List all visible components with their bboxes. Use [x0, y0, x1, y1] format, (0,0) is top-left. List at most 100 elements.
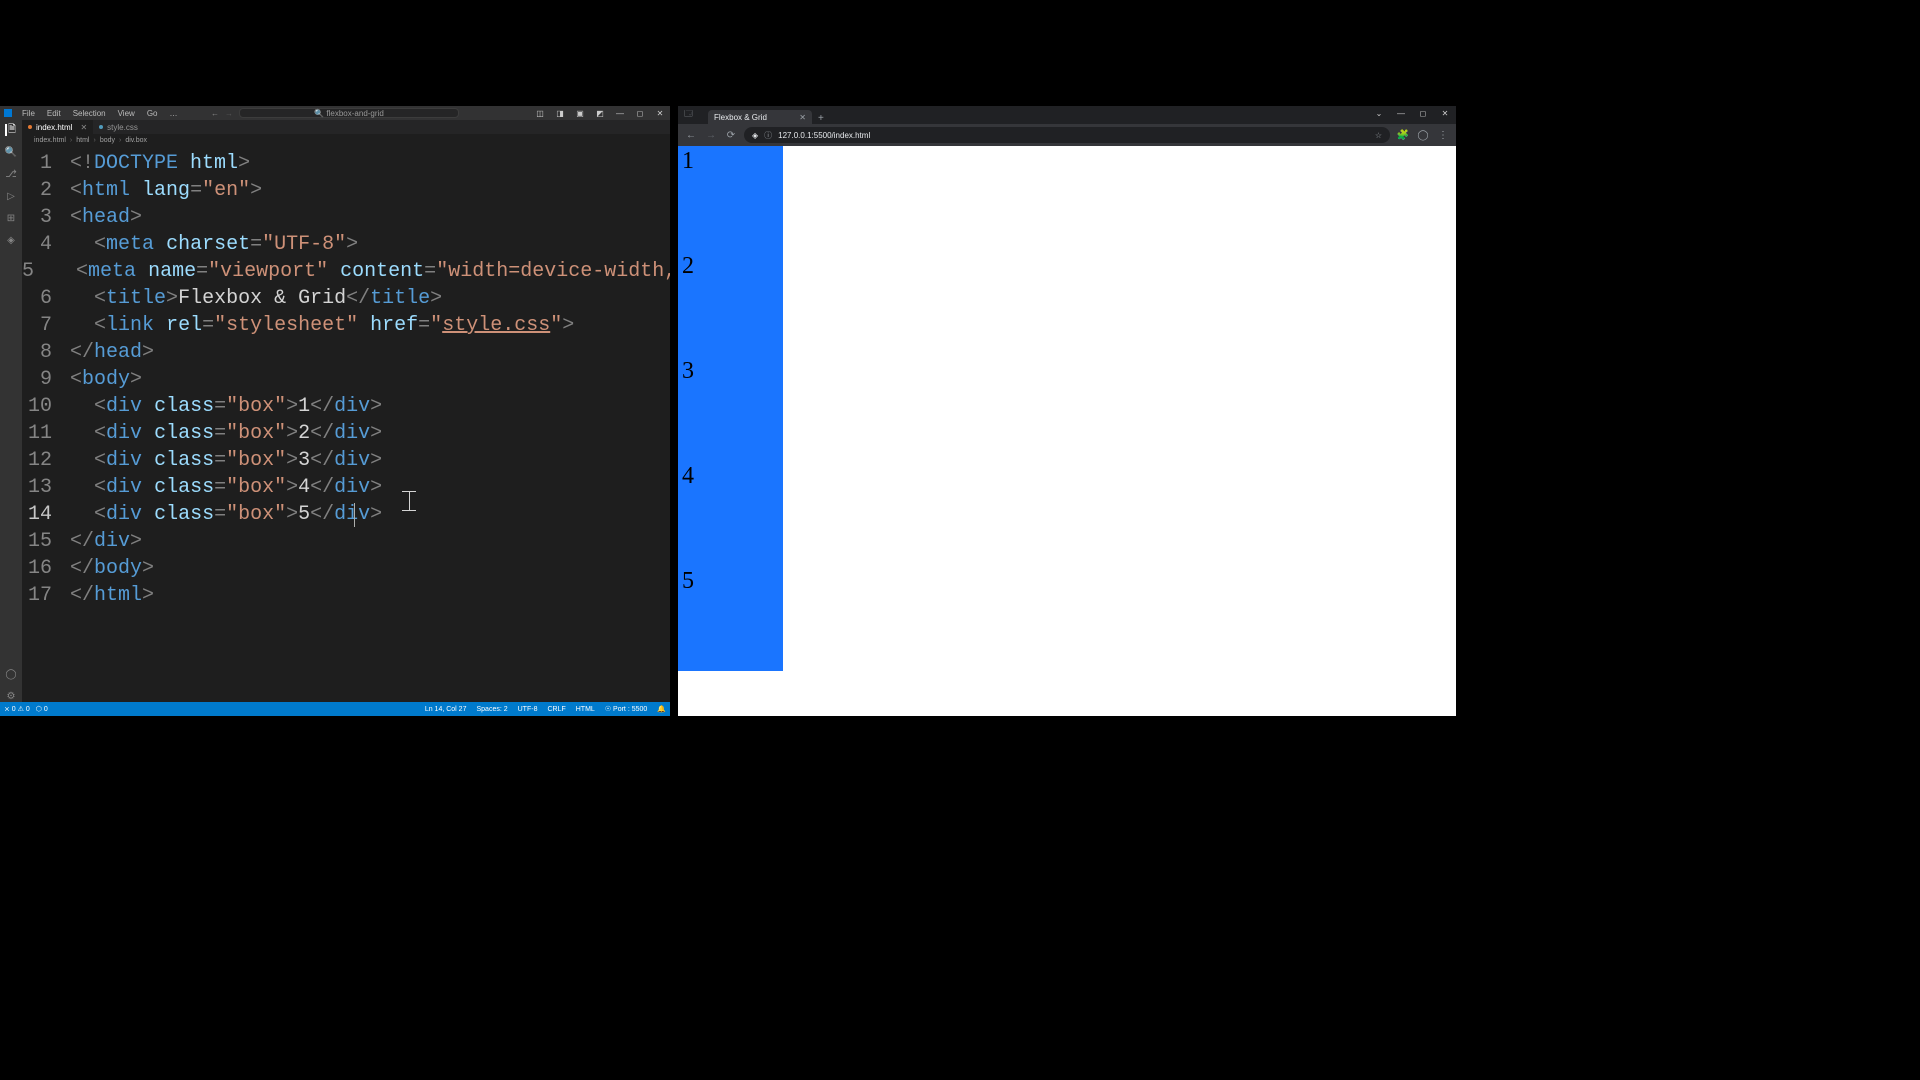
gear-icon[interactable]: ⚙: [5, 690, 17, 702]
line-number: 2: [22, 177, 70, 204]
search-placeholder: flexbox-and-grid: [326, 109, 383, 118]
minimize-icon[interactable]: —: [610, 109, 630, 118]
code-line[interactable]: 10 <div class="box">1</div>: [22, 393, 670, 420]
rendered-box: 1: [678, 146, 783, 251]
menu-item[interactable]: File: [18, 108, 39, 119]
layout-icon[interactable]: ▣: [570, 109, 590, 118]
menu-item[interactable]: …: [165, 108, 181, 119]
minimize-icon[interactable]: —: [1390, 106, 1412, 120]
breadcrumb-item[interactable]: body: [100, 137, 115, 144]
close-icon[interactable]: ✕: [650, 109, 670, 118]
code-line[interactable]: 16</body>: [22, 555, 670, 582]
editor-tab[interactable]: index.html ✕: [22, 120, 93, 134]
code-line[interactable]: 3<head>: [22, 204, 670, 231]
browser-tab-title: Flexbox & Grid: [714, 113, 767, 122]
activity-bar: 🗎 🔍 ⎇ ▷ ⊞ ◈ ◯ ⚙: [0, 120, 22, 702]
browser-window-controls: ⌄ — ◻ ✕: [1368, 106, 1456, 120]
bookmark-star-icon[interactable]: ☆: [1375, 131, 1382, 140]
line-number: 14: [22, 501, 70, 528]
close-icon[interactable]: ✕: [1434, 106, 1456, 120]
code-line[interactable]: 13 <div class="box">4</div>: [22, 474, 670, 501]
breadcrumb-item[interactable]: html: [76, 137, 89, 144]
page-info-icon[interactable]: 🗔: [684, 108, 694, 118]
code-line[interactable]: 17</html>: [22, 582, 670, 609]
maximize-icon[interactable]: ◻: [630, 109, 650, 118]
code-line[interactable]: 11 <div class="box">2</div>: [22, 420, 670, 447]
code-line[interactable]: 5 <meta name="viewport" content="width=d…: [22, 258, 670, 285]
mouse-text-cursor-icon: [402, 491, 416, 511]
layout-icon[interactable]: ◩: [590, 109, 610, 118]
menu-icon[interactable]: ⋮: [1436, 128, 1450, 142]
status-item[interactable]: HTML: [576, 706, 595, 713]
command-center-search[interactable]: 🔍 flexbox-and-grid: [239, 108, 459, 118]
browser-tab[interactable]: Flexbox & Grid ✕: [708, 110, 812, 124]
search-icon: 🔍: [314, 109, 324, 118]
site-info-icon[interactable]: ◈: [752, 131, 758, 140]
status-item[interactable]: Spaces: 2: [476, 706, 507, 713]
source-control-icon[interactable]: ⎇: [5, 168, 17, 180]
code-line[interactable]: 8</head>: [22, 339, 670, 366]
code-line[interactable]: 4 <meta charset="UTF-8">: [22, 231, 670, 258]
layout-icon[interactable]: ◫: [530, 109, 550, 118]
status-item[interactable]: CRLF: [547, 706, 565, 713]
line-number: 16: [22, 555, 70, 582]
new-tab-button[interactable]: +: [812, 113, 830, 124]
extensions-icon[interactable]: ⊞: [5, 212, 17, 224]
code-line[interactable]: 12 <div class="box">3</div>: [22, 447, 670, 474]
status-item[interactable]: ☉ Port : 5500: [605, 705, 647, 713]
menu-item[interactable]: Edit: [43, 108, 65, 119]
text-cursor: [354, 503, 355, 527]
rendered-box: 4: [678, 461, 783, 566]
close-icon[interactable]: ✕: [799, 113, 806, 122]
tab-label: index.html: [36, 123, 72, 132]
live-share-icon[interactable]: ◈: [5, 234, 17, 246]
menu-item[interactable]: Go: [143, 108, 162, 119]
code-line[interactable]: 7 <link rel="stylesheet" href="style.css…: [22, 312, 670, 339]
debug-icon[interactable]: ▷: [5, 190, 17, 202]
breadcrumb[interactable]: index.html›html›body›div.box: [22, 134, 670, 146]
menu-item[interactable]: View: [114, 108, 139, 119]
editor-tabs: index.html ✕ style.css: [22, 120, 670, 134]
code-line[interactable]: 14 <div class="box">5</div>: [22, 501, 670, 528]
code-editor[interactable]: 1<!DOCTYPE html>2<html lang="en">3<head>…: [22, 146, 670, 702]
code-line[interactable]: 9<body>: [22, 366, 670, 393]
lock-icon[interactable]: ⓘ: [764, 130, 772, 141]
profile-icon[interactable]: ◯: [1416, 128, 1430, 142]
line-number: 5: [22, 258, 52, 285]
vscode-logo-icon: [4, 109, 12, 117]
extensions-icon[interactable]: 🧩: [1396, 128, 1410, 142]
line-number: 17: [22, 582, 70, 609]
search-icon[interactable]: 🔍: [5, 146, 17, 158]
status-item[interactable]: 🔔: [657, 705, 666, 713]
close-icon[interactable]: ✕: [80, 123, 87, 132]
status-item[interactable]: Ln 14, Col 27: [425, 706, 467, 713]
status-item[interactable]: UTF-8: [518, 706, 538, 713]
url-text: 127.0.0.1:5500/index.html: [778, 131, 870, 140]
code-line[interactable]: 2<html lang="en">: [22, 177, 670, 204]
breadcrumb-item[interactable]: div.box: [125, 137, 147, 144]
vscode-window: File Edit Selection View Go… ← → 🔍 flexbox-a…: [0, 106, 670, 716]
maximize-icon[interactable]: ◻: [1412, 106, 1434, 120]
nav-forward-icon[interactable]: →: [225, 109, 233, 118]
status-item[interactable]: ⬡ 0: [36, 705, 48, 713]
menu-item[interactable]: Selection: [69, 108, 110, 119]
code-line[interactable]: 6 <title>Flexbox & Grid</title>: [22, 285, 670, 312]
editor-tab[interactable]: style.css: [93, 120, 144, 134]
account-icon[interactable]: ◯: [5, 668, 17, 680]
tab-label: style.css: [107, 123, 138, 132]
chevron-down-icon[interactable]: ⌄: [1368, 106, 1390, 120]
browser-toolbar: ← → ⟳ ◈ ⓘ 127.0.0.1:5500/index.html ☆ 🧩 …: [678, 124, 1456, 146]
chevron-right-icon: ›: [70, 137, 72, 144]
forward-button[interactable]: →: [704, 128, 718, 142]
reload-button[interactable]: ⟳: [724, 128, 738, 142]
code-line[interactable]: 15</div>: [22, 528, 670, 555]
code-line[interactable]: 1<!DOCTYPE html>: [22, 150, 670, 177]
status-item[interactable]: ⨯ 0 ⚠ 0: [4, 705, 30, 713]
file-icon: [99, 125, 103, 129]
nav-back-icon[interactable]: ←: [211, 109, 219, 118]
back-button[interactable]: ←: [684, 128, 698, 142]
address-bar[interactable]: ◈ ⓘ 127.0.0.1:5500/index.html ☆: [744, 127, 1390, 143]
breadcrumb-item[interactable]: index.html: [34, 137, 66, 144]
layout-icon[interactable]: ◨: [550, 109, 570, 118]
explorer-icon[interactable]: 🗎: [5, 124, 17, 136]
